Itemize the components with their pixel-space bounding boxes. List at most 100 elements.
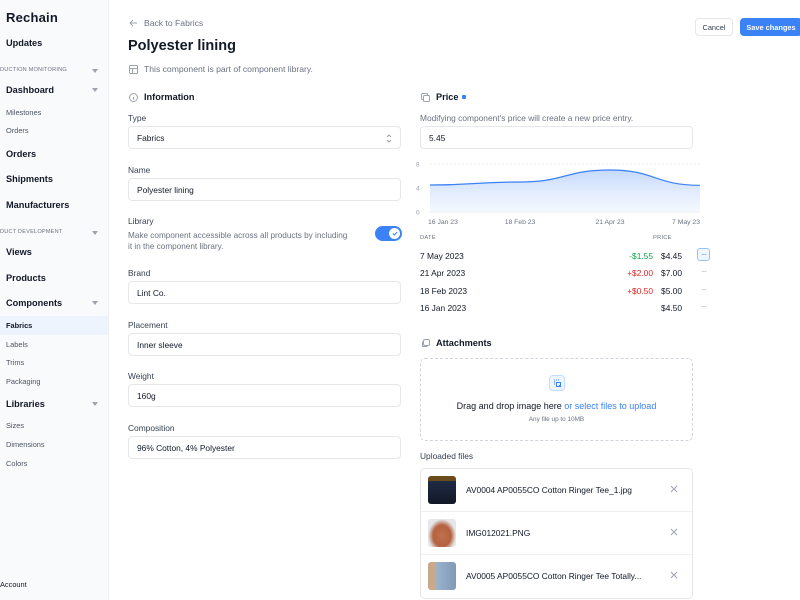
- type-select[interactable]: Fabrics: [128, 126, 401, 149]
- nav-libraries[interactable]: Libraries: [6, 399, 45, 409]
- price-note: Modifying component's price will create …: [420, 113, 634, 123]
- remove-file-icon[interactable]: [668, 483, 680, 495]
- library-label: Library: [128, 216, 154, 226]
- price-entry-delta: -$1.55: [629, 251, 653, 261]
- main-content: Back to Fabrics Polyester lining This co…: [110, 0, 800, 600]
- chevron-down-icon[interactable]: [92, 69, 98, 73]
- x-tick-label: 21 Apr 23: [595, 219, 624, 226]
- file-name: IMG012021.PNG: [466, 528, 531, 538]
- weight-input[interactable]: 160g: [128, 384, 401, 407]
- composition-input[interactable]: 96% Cotton, 4% Polyester: [128, 436, 401, 459]
- price-tag-icon: [421, 92, 430, 102]
- info-icon: [129, 92, 138, 102]
- remove-file-icon[interactable]: [668, 569, 680, 581]
- information-heading: Information: [129, 92, 195, 102]
- price-history-row: 18 Feb 2023 +$0.50 $5.00 ···: [420, 283, 710, 299]
- price-entry-amount: $7.00: [661, 268, 682, 278]
- attachments-heading-label: Attachments: [436, 338, 492, 348]
- price-entry-delta: +$2.00: [627, 268, 653, 278]
- nav-dashboard[interactable]: Dashboard: [6, 85, 54, 95]
- placement-label: Placement: [128, 320, 168, 330]
- chevron-down-icon[interactable]: [92, 301, 98, 305]
- more-options-icon[interactable]: ···: [697, 300, 710, 313]
- check-icon: [391, 231, 398, 236]
- price-column-header: PRICE: [653, 235, 672, 241]
- y-tick-label: 0: [416, 210, 420, 217]
- nav-account[interactable]: Account: [0, 580, 27, 589]
- nav-section-production-monitoring: DUCTION MONITORING: [0, 67, 67, 73]
- placement-input[interactable]: Inner sleeve: [128, 333, 401, 356]
- x-tick-label: 18 Feb 23: [505, 219, 536, 226]
- more-options-icon[interactable]: ···: [697, 283, 710, 296]
- nav-views[interactable]: Views: [6, 247, 32, 257]
- x-tick-label: 7 May 23: [672, 219, 700, 226]
- nav-trims[interactable]: Trims: [0, 353, 108, 372]
- more-options-icon[interactable]: ···: [697, 265, 710, 278]
- nav-colors[interactable]: Colors: [0, 454, 108, 473]
- price-entry-date: 18 Feb 2023: [420, 286, 468, 296]
- back-link[interactable]: Back to Fabrics: [129, 18, 203, 28]
- arrow-left-icon: [129, 19, 137, 27]
- price-entry-amount: $5.00: [661, 286, 682, 296]
- nav-products[interactable]: Products: [6, 273, 46, 283]
- information-heading-label: Information: [144, 92, 195, 102]
- type-value: Fabrics: [137, 132, 165, 143]
- price-history-row: 16 Jan 2023 $4.50 ···: [420, 300, 710, 316]
- price-input[interactable]: 5.45: [420, 126, 693, 149]
- file-thumbnail: [428, 519, 456, 547]
- uploaded-files-list: AV0004 AP0055CO Cotton Ringer Tee_1.jpg …: [420, 468, 693, 599]
- nav-section-product-development: DUCT DEVELOPMENT: [0, 229, 63, 235]
- chevron-down-icon[interactable]: [92, 231, 98, 235]
- price-entry-amount: $4.50: [661, 303, 682, 313]
- nav-dashboard-orders[interactable]: Orders: [0, 121, 108, 140]
- chevron-down-icon[interactable]: [92, 88, 98, 92]
- file-item: AV0005 AP0055CO Cotton Ringer Tee Totall…: [421, 555, 692, 598]
- price-heading: Price: [421, 92, 467, 102]
- type-label: Type: [128, 113, 147, 123]
- back-link-label: Back to Fabrics: [144, 18, 204, 28]
- nav-dimensions[interactable]: Dimensions: [0, 435, 108, 454]
- brand-input[interactable]: Lint Co.: [128, 281, 401, 304]
- file-name: AV0004 AP0055CO Cotton Ringer Tee_1.jpg: [466, 485, 632, 495]
- x-tick-label: 16 Jan 23: [428, 219, 458, 226]
- library-note-text: This component is part of component libr…: [144, 64, 313, 74]
- nav-manufacturers[interactable]: Manufacturers: [6, 200, 69, 210]
- library-toggle[interactable]: [375, 226, 402, 241]
- brand-label: Brand: [128, 268, 151, 278]
- file-item: IMG012021.PNG: [421, 512, 692, 555]
- remove-file-icon[interactable]: [668, 526, 680, 538]
- more-options-icon[interactable]: ···: [697, 248, 710, 261]
- nav-sizes[interactable]: Sizes: [0, 416, 108, 435]
- select-files-link[interactable]: or select files to upload: [564, 401, 656, 411]
- nav-components[interactable]: Components: [6, 298, 62, 308]
- nav-milestones[interactable]: Milestones: [0, 103, 108, 122]
- date-column-header: DATE: [420, 235, 436, 241]
- select-chevrons-icon: [386, 134, 392, 143]
- nav-orders[interactable]: Orders: [6, 149, 36, 159]
- price-heading-label: Price: [436, 92, 459, 102]
- chevron-down-icon[interactable]: [92, 402, 98, 406]
- file-thumbnail: [428, 562, 456, 590]
- cancel-button[interactable]: Cancel: [695, 18, 733, 36]
- sidebar: Rechain Updates DUCTION MONITORING Dashb…: [0, 0, 109, 600]
- name-input[interactable]: Polyester lining: [128, 178, 401, 201]
- dropzone-limit: Any file up to 10MB: [528, 416, 585, 423]
- nav-fabrics[interactable]: Fabrics: [0, 316, 108, 335]
- save-changes-button[interactable]: Save changes: [740, 18, 800, 36]
- file-thumbnail: [428, 476, 456, 504]
- nav-packaging[interactable]: Packaging: [0, 372, 108, 391]
- price-entry-date: 21 Apr 2023: [420, 268, 466, 278]
- price-history-row: 21 Apr 2023 +$2.00 $7.00 ···: [420, 265, 710, 281]
- file-dropzone[interactable]: Drag and drop image here or select files…: [420, 358, 693, 441]
- attachment-icon: [422, 338, 430, 347]
- nav-updates[interactable]: Updates: [6, 38, 42, 48]
- nav-labels[interactable]: Labels: [0, 335, 108, 354]
- file-item: AV0004 AP0055CO Cotton Ringer Tee_1.jpg: [421, 469, 692, 512]
- toggle-knob: [389, 228, 400, 239]
- app-logo: Rechain: [6, 10, 58, 25]
- nav-shipments[interactable]: Shipments: [6, 174, 53, 184]
- library-note: This component is part of component libr…: [129, 64, 313, 74]
- y-tick-label: 4: [416, 186, 420, 193]
- upload-image-icon: [549, 375, 565, 391]
- file-name: AV0005 AP0055CO Cotton Ringer Tee Totall…: [466, 571, 642, 581]
